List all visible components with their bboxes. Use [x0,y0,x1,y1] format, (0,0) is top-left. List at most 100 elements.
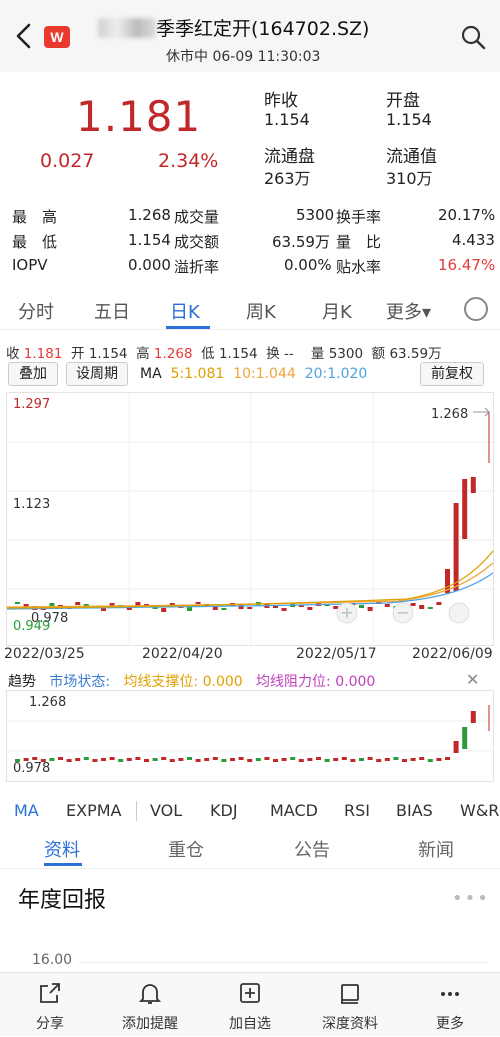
y-min-label: 0.949 [13,619,51,634]
alert-button[interactable]: 添加提醒 [100,973,200,1037]
sub-candle [92,759,98,762]
stat-value: 0.00% [284,256,332,274]
sub-candle [161,757,167,760]
candle [436,602,442,605]
sub-candle [144,759,149,762]
candle [453,503,459,591]
share-icon [40,983,60,1003]
sub-candle [316,757,321,760]
deep-info-button[interactable]: 深度资料 [300,973,400,1037]
market-status: 休市中 06-09 11:30:03 [166,49,321,65]
current-price: 1.181 [76,92,202,141]
add-watchlist-label: 加自选 [229,1016,271,1032]
sub-candle [75,758,81,761]
sub-candle [230,758,235,761]
tab-profile[interactable]: 资料 [44,836,80,862]
sub-candle [109,757,115,760]
share-button[interactable]: 分享 [0,973,100,1037]
tab-indicator [166,326,210,329]
candle [75,602,81,605]
open-label: 开盘 [386,91,420,111]
max-marker: 1.268 [431,407,469,422]
more-icon [441,992,459,996]
stat-value: 0.000 [128,256,171,274]
book-icon [341,984,359,1004]
stat-label: 溢折率 [174,258,220,276]
indicator-bias[interactable]: BIAS [396,801,433,820]
indicator-expma[interactable]: EXPMA [66,801,121,820]
tab-daily-k[interactable]: 日K [170,298,200,324]
float-value-label: 流通值 [386,147,437,167]
sub-candle [238,757,244,760]
tab-monthly-k[interactable]: 月K [322,298,352,324]
candle [161,608,167,612]
sub-candle [118,759,124,762]
candle [367,607,373,611]
candle [333,606,339,609]
indicator-kdj[interactable]: KDJ [210,801,238,820]
settings-icon[interactable] [464,297,488,321]
tab-more[interactable]: 更多▾ [386,298,431,324]
sub-candle [169,759,175,762]
candle [247,607,253,609]
more-button[interactable]: 更多 [400,973,500,1037]
more-label: 更多 [436,1016,464,1032]
indicator-rsi[interactable]: RSI [344,801,370,820]
candle [221,608,227,610]
back-icon[interactable] [12,22,36,50]
set-period-button[interactable]: 设周期 [66,362,128,386]
tab-five-day[interactable]: 五日 [94,298,130,324]
candle [273,606,278,608]
annual-return-title: 年度回报 [18,888,107,913]
overlay-button[interactable]: 叠加 [8,362,58,386]
sub-candle [402,759,407,762]
date-label: 2022/05/17 [296,646,377,662]
tab-weekly-k[interactable]: 周K [246,298,276,324]
tab-holdings[interactable]: 重仓 [168,836,204,862]
sub-chart[interactable]: 1.268 0.978 [6,690,495,782]
close-icon[interactable]: ✕ [466,670,479,689]
page-title: 季季红定开(164702.SZ) [98,14,418,41]
sub-candle [384,758,390,761]
tab-announcements[interactable]: 公告 [294,836,330,862]
sub-candle [462,727,468,749]
more-options-icon[interactable]: ••• [452,888,490,909]
indicator-ma[interactable]: MA [14,801,39,820]
candle [187,607,192,611]
candle [470,477,476,493]
add-watchlist-button[interactable]: 加自选 [200,973,300,1037]
sub-candle [470,711,476,723]
candle [307,607,313,610]
stat-label: 换手率 [336,208,382,226]
prev-close-value: 1.154 [264,110,310,129]
divider [0,868,500,869]
sub-candle [135,757,141,760]
stat-value: 20.17% [438,206,496,224]
alert-label: 添加提醒 [122,1016,178,1032]
search-icon[interactable] [460,24,486,50]
date-label: 2022/04/20 [142,646,223,662]
sub-candle [221,759,227,762]
sub-candle [152,758,158,761]
candle [384,604,390,607]
sub-candle [66,759,72,762]
tab-intraday[interactable]: 分时 [18,298,54,324]
indicator-macd[interactable]: MACD [270,801,318,820]
y-mid-label: 1.123 [13,497,51,512]
sub-y-top: 1.268 [29,695,67,710]
stat-label: 成交额 [174,233,220,251]
adjust-button[interactable]: 前复权 [420,362,484,386]
candlestick-svg: + − [6,393,495,647]
price-change-pct: 2.34% [158,150,219,172]
candle [281,608,287,611]
candlestick-chart[interactable]: + − 1.297 1.123 0.978 0.949 1.268 [6,392,495,647]
sub-candle [324,759,330,762]
indicator-wr[interactable]: W&R [460,801,499,820]
indicator-vol[interactable]: VOL [150,801,182,820]
float-shares-value: 263万 [264,169,311,188]
tab-news[interactable]: 新闻 [418,836,454,862]
ohlc-bar: 收 1.181 开 1.154 高 1.268 低 1.154 换 -- 量 5… [6,346,442,362]
sub-candle [58,757,63,760]
candle [195,602,201,604]
sub-candle [419,757,425,760]
